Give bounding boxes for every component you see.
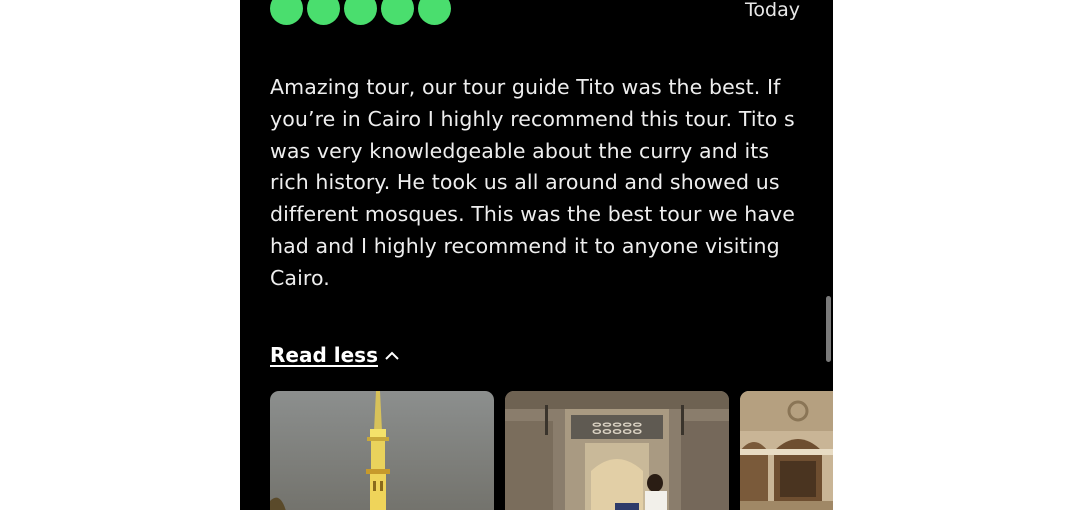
review-photo-1[interactable]: [270, 391, 494, 510]
chevron-up-icon: [384, 343, 400, 367]
review-date: Today: [745, 0, 800, 21]
review-photo-2[interactable]: ⵓⵓⵓⵓⵓ: [505, 391, 729, 510]
mosque-arches-photo: [740, 391, 833, 510]
read-less-link[interactable]: Read less: [270, 343, 400, 367]
rating-bubble-5: [418, 0, 451, 25]
rating-bubble-2: [307, 0, 340, 25]
review-card: Today Amazing tour, our tour guide Tito …: [240, 0, 833, 510]
rating-bubble-4: [381, 0, 414, 25]
rating-bubbles: [270, 0, 451, 25]
scrollbar-thumb[interactable]: [826, 296, 831, 362]
review-text: Amazing tour, our tour guide Tito was th…: [270, 75, 795, 290]
mosque-doorway-photo: ⵓⵓⵓⵓⵓ: [505, 391, 729, 510]
minaret-night-photo: [270, 391, 494, 510]
svg-text:ⵓⵓⵓⵓⵓ: ⵓⵓⵓⵓⵓ: [592, 419, 643, 438]
photo-carousel: ⵓⵓⵓⵓⵓ: [270, 391, 833, 510]
rating-bubble-1: [270, 0, 303, 25]
review-photo-3[interactable]: [740, 391, 833, 510]
read-less-label: Read less: [270, 343, 378, 367]
rating-bubble-3: [344, 0, 377, 25]
